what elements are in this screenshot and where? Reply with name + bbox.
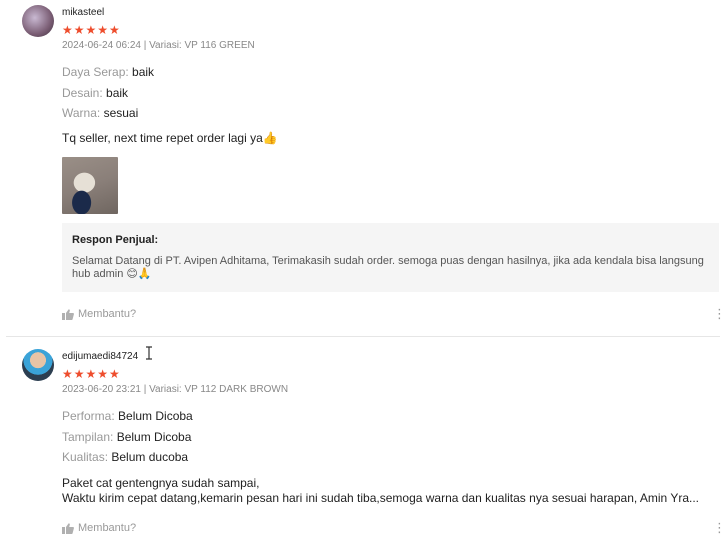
review-comment: Tq seller, next time repet order lagi ya… — [62, 131, 278, 145]
helpful-label: Membantu? — [78, 522, 137, 534]
review-attribute: Tampilan: Belum Dicoba — [62, 430, 191, 444]
avatar[interactable] — [22, 5, 54, 37]
review-attribute: Warna: sesuai — [62, 106, 138, 120]
attribute-value: Belum ducoba — [111, 450, 189, 464]
thumbs-up-icon — [62, 308, 74, 320]
seller-response: Respon Penjual: Selamat Datang di PT. Av… — [62, 223, 719, 292]
attribute-value: baik — [132, 65, 155, 79]
helpful-button[interactable]: Membantu? — [62, 308, 136, 320]
avatar[interactable] — [22, 349, 54, 381]
reviewer-username[interactable]: edijumaedi84724 — [62, 351, 138, 362]
review-meta: 2023-06-20 23:21 | Variasi: VP 112 DARK … — [62, 384, 289, 395]
review-comment-line: Waktu kirim cepat datang,kemarin pesan h… — [62, 491, 700, 505]
thumbs-up-icon — [62, 522, 74, 534]
review-attribute: Kualitas: Belum ducoba — [62, 450, 188, 464]
seller-response-title: Respon Penjual: — [72, 234, 159, 246]
attribute-key: Tampilan: — [62, 430, 114, 444]
attribute-value: Belum Dicoba — [116, 430, 192, 444]
review-attribute: Desain: baik — [62, 86, 128, 100]
attribute-key: Warna: — [62, 106, 101, 120]
attribute-key: Kualitas: — [62, 450, 109, 464]
more-vertical-icon[interactable]: ⋮ — [713, 521, 726, 535]
reviewer-username[interactable]: mikasteel — [62, 7, 104, 18]
attribute-value: sesuai — [103, 106, 139, 120]
attribute-key: Desain: — [62, 86, 103, 100]
text-cursor-icon — [146, 346, 152, 360]
review-divider — [6, 336, 720, 337]
helpful-label: Membantu? — [78, 308, 137, 320]
review-meta: 2024-06-24 06:24 | Variasi: VP 116 GREEN — [62, 40, 255, 51]
attribute-value: baik — [106, 86, 129, 100]
helpful-button[interactable]: Membantu? — [62, 522, 136, 534]
attribute-key: Daya Serap: — [62, 65, 129, 79]
attribute-value: Belum Dicoba — [118, 409, 193, 423]
review-photo-thumbnail[interactable] — [62, 157, 118, 214]
review-comment-line: Paket cat gentengnya sudah sampai, — [62, 476, 260, 490]
rating-stars: ★★★★★ — [62, 23, 121, 37]
seller-response-text: Selamat Datang di PT. Avipen Adhitama, T… — [72, 255, 704, 280]
rating-stars: ★★★★★ — [62, 367, 121, 381]
review-attribute: Performa: Belum Dicoba — [62, 409, 193, 423]
review-attribute: Daya Serap: baik — [62, 65, 154, 79]
more-vertical-icon[interactable]: ⋮ — [713, 307, 726, 321]
attribute-key: Performa: — [62, 409, 115, 423]
